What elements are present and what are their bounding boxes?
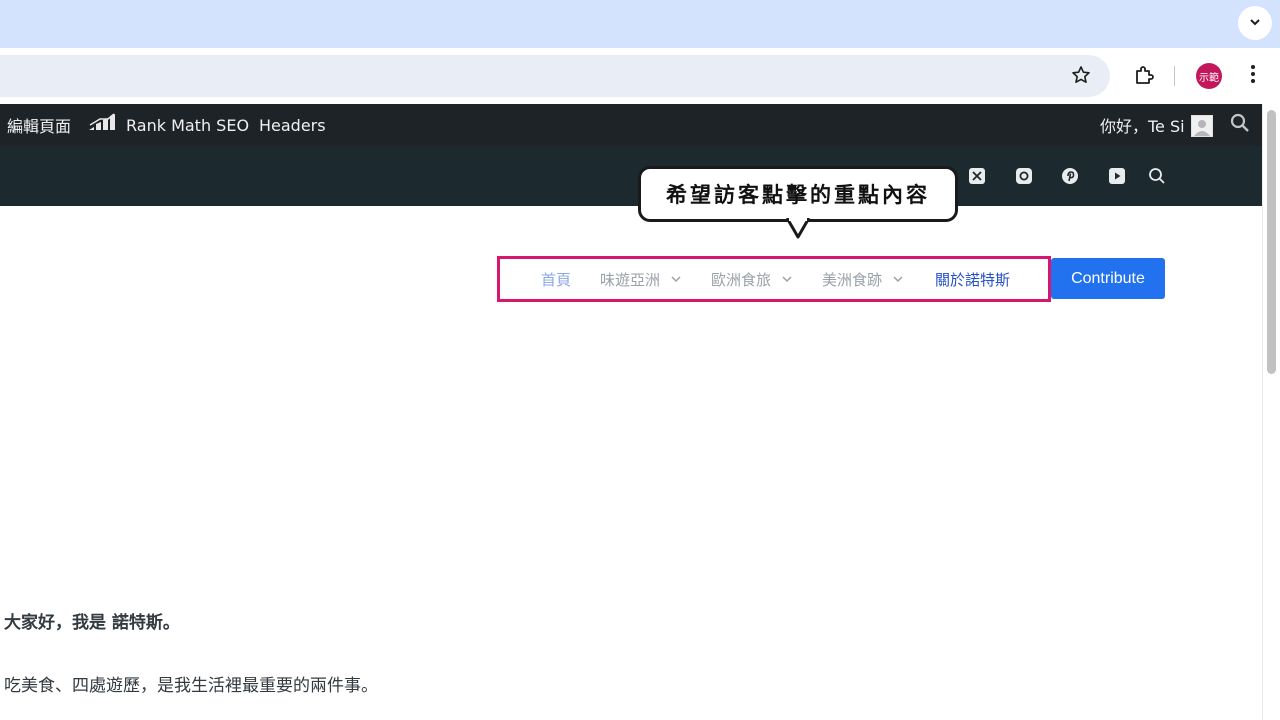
browser-menu-button[interactable] bbox=[1240, 63, 1266, 89]
site-header bbox=[0, 146, 1262, 206]
edit-page-link[interactable]: 編輯頁面 bbox=[7, 104, 71, 146]
contribute-button[interactable]: Contribute bbox=[1051, 258, 1165, 299]
address-bar[interactable] bbox=[0, 55, 1110, 97]
headers-menu[interactable]: Headers bbox=[259, 104, 326, 146]
browser-toolbar: 示範 bbox=[0, 48, 1280, 104]
user-avatar[interactable] bbox=[1191, 115, 1213, 137]
x-icon[interactable] bbox=[967, 166, 987, 186]
chevron-down-icon bbox=[781, 273, 793, 285]
star-icon bbox=[1071, 65, 1091, 89]
nav-item-label: 美洲食跡 bbox=[822, 270, 883, 289]
rank-math-menu[interactable]: Rank Math SEO bbox=[88, 104, 249, 146]
pinterest-icon[interactable] bbox=[1060, 166, 1080, 186]
scrollbar-thumb[interactable] bbox=[1267, 110, 1276, 374]
chevron-down-icon bbox=[670, 273, 682, 285]
nav-item-label: 歐洲食旅 bbox=[711, 270, 772, 289]
chevron-down-icon bbox=[1248, 14, 1262, 33]
nav-item-home[interactable]: 首頁 bbox=[541, 268, 571, 290]
toolbar-divider bbox=[1174, 66, 1175, 86]
extensions-button[interactable] bbox=[1130, 63, 1158, 91]
intro-paragraph: 吃美食、四處遊歷，是我生活裡最重要的兩件事。 bbox=[4, 676, 378, 696]
rank-math-icon bbox=[88, 113, 116, 137]
tab-search-button[interactable] bbox=[1238, 6, 1272, 40]
instagram-icon[interactable] bbox=[1014, 166, 1034, 186]
user-greeting[interactable]: 你好，Te Si bbox=[1100, 104, 1185, 146]
nav-item-america[interactable]: 美洲食跡 bbox=[822, 268, 904, 290]
youtube-icon[interactable] bbox=[1107, 166, 1127, 186]
nav-item-europe[interactable]: 歐洲食旅 bbox=[711, 268, 793, 290]
intro-greeting: 大家好，我是 諾特斯。 bbox=[4, 613, 180, 633]
page-scrollbar[interactable] bbox=[1262, 104, 1280, 720]
nav-item-about[interactable]: 關於諾特斯 bbox=[935, 268, 1010, 290]
callout-bubble: 希望訪客點擊的重點內容 bbox=[638, 166, 958, 222]
profile-label: 示範 bbox=[1199, 72, 1219, 84]
callout-text: 希望訪客點擊的重點內容 bbox=[666, 183, 930, 207]
nav-item-label: 味遊亞洲 bbox=[600, 270, 661, 289]
nav-item-asia[interactable]: 味遊亞洲 bbox=[600, 268, 682, 290]
puzzle-icon bbox=[1133, 64, 1155, 90]
chevron-down-icon bbox=[892, 273, 904, 285]
browser-tab-strip bbox=[0, 0, 1280, 48]
rank-math-label: Rank Math SEO bbox=[126, 115, 250, 135]
callout-tail bbox=[786, 218, 810, 239]
bookmark-button[interactable] bbox=[1068, 64, 1094, 90]
profile-avatar[interactable]: 示範 bbox=[1196, 63, 1222, 89]
search-icon bbox=[1230, 113, 1250, 137]
admin-search-button[interactable] bbox=[1230, 104, 1250, 146]
wp-admin-bar: 編輯頁面 Rank Math SEO Headers 你好，Te Si bbox=[0, 104, 1262, 146]
kebab-menu-icon bbox=[1250, 64, 1256, 88]
search-icon[interactable] bbox=[1147, 166, 1167, 186]
